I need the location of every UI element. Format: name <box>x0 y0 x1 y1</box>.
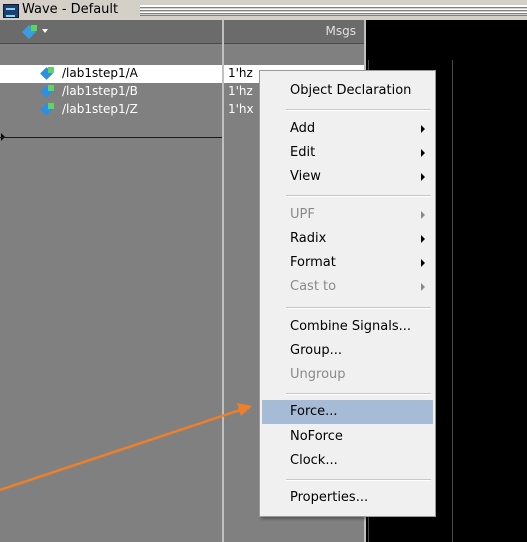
annotation-arrow-icon <box>0 403 252 492</box>
